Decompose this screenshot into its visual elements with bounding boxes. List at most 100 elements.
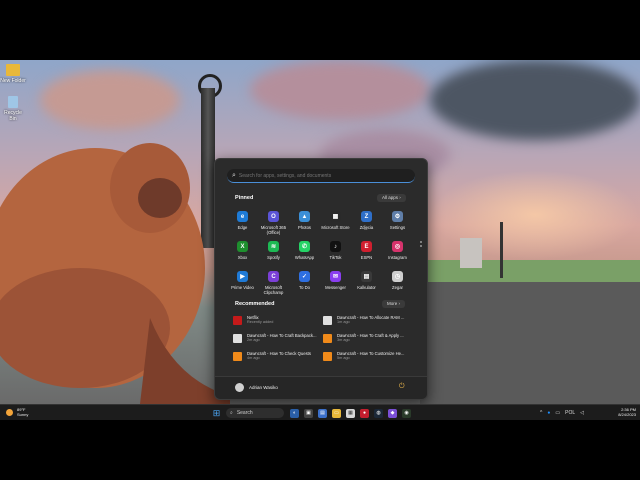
steam-tray-icon[interactable]: ● bbox=[547, 410, 550, 416]
start-menu: ⌕ Pinned All apps › e Edge O Microsoft 365 … bbox=[214, 158, 428, 400]
task-view-icon[interactable]: ▣ bbox=[304, 408, 313, 418]
recommended-subtitle: 2m ago bbox=[247, 338, 260, 342]
weather-widget[interactable]: 89°F Sunny bbox=[6, 407, 28, 417]
app-icon-purple[interactable]: ◆ bbox=[388, 408, 397, 418]
pinned-app[interactable]: C Microsoft Clipchamp bbox=[258, 269, 289, 299]
app-icon: ✉ bbox=[330, 271, 341, 282]
microsoft-store-icon[interactable]: ▦ bbox=[346, 408, 355, 418]
pinned-app[interactable]: ▤ Kalkulator bbox=[351, 269, 382, 299]
pinned-app[interactable]: ♪ TikTok bbox=[320, 239, 351, 269]
language-indicator[interactable]: POL bbox=[565, 410, 575, 416]
power-icon[interactable]: ⏻ bbox=[399, 383, 405, 391]
weather-desc: Sunny bbox=[17, 412, 29, 417]
app-label: TikTok bbox=[329, 255, 342, 260]
pinned-app[interactable]: ≋ Spotify bbox=[258, 239, 289, 269]
pinned-app[interactable]: ✉ Messenger bbox=[320, 269, 351, 299]
folder-icon bbox=[6, 64, 20, 76]
grass bbox=[420, 260, 640, 282]
file-explorer-icon[interactable]: ▭ bbox=[332, 408, 341, 418]
app-icon: ▦ bbox=[330, 211, 341, 222]
app-icon: ✆ bbox=[299, 241, 310, 252]
pinned-app[interactable]: X Xbox bbox=[227, 239, 258, 269]
app-label: Microsoft Clipchamp bbox=[263, 285, 284, 295]
sun-icon bbox=[6, 408, 13, 416]
network-tray-icon[interactable]: ▭ bbox=[555, 410, 560, 416]
app-icon: ♪ bbox=[330, 241, 341, 252]
recommended-item[interactable]: Dawncraft - How To Allocate RAM ... 1m ag… bbox=[323, 315, 413, 333]
start-search-box[interactable]: ⌕ bbox=[227, 169, 415, 183]
desktop-icon-folder[interactable]: New Folder bbox=[0, 64, 26, 84]
app-label: Spotify bbox=[267, 255, 280, 260]
app-label: Settings bbox=[389, 225, 406, 230]
app-label: To Do bbox=[299, 285, 310, 290]
app-icon: ▤ bbox=[361, 271, 372, 282]
file-icon bbox=[323, 352, 332, 361]
volume-icon[interactable]: ◁ bbox=[580, 410, 584, 416]
app-icon: ◷ bbox=[392, 271, 403, 282]
chat-icon[interactable]: ◐ bbox=[290, 408, 299, 418]
pinned-app[interactable]: ✓ To Do bbox=[289, 269, 320, 299]
app-icon: ◎ bbox=[392, 241, 403, 252]
system-tray: ^ ● ▭ POL ◁ bbox=[540, 407, 589, 419]
pinned-page-indicator[interactable] bbox=[420, 241, 422, 251]
app-label: Zegar bbox=[392, 285, 403, 290]
recommended-item[interactable]: Dawncraft - How To Craft & Apply ... 3m a… bbox=[323, 333, 413, 351]
windows-start-icon[interactable]: ⊞ bbox=[212, 408, 221, 418]
orangutan-illustration bbox=[0, 143, 230, 404]
steam-icon[interactable]: ◍ bbox=[374, 408, 383, 418]
recommended-title: Recommended bbox=[235, 301, 275, 307]
file-icon bbox=[323, 316, 332, 325]
chrome-icon[interactable]: ◉ bbox=[402, 408, 411, 418]
app-label: Xbox bbox=[237, 255, 248, 260]
user-avatar[interactable] bbox=[235, 383, 244, 392]
recommended-item[interactable]: Dawncraft - How To Check Quests 4m ago bbox=[233, 351, 323, 369]
pinned-app[interactable]: O Microsoft 365 (Office) bbox=[258, 209, 289, 239]
recommended-item[interactable]: Dawncraft - How To Craft Backpack... 2m a… bbox=[233, 333, 323, 351]
chevron-up-icon[interactable]: ^ bbox=[540, 410, 542, 416]
file-icon bbox=[233, 334, 242, 343]
app-icon: X bbox=[237, 241, 248, 252]
start-search-input[interactable] bbox=[238, 172, 409, 179]
app-icon-red[interactable]: ● bbox=[360, 408, 369, 418]
file-icon bbox=[323, 334, 332, 343]
recommended-list: Netflix Recently added Dawncraft - How To … bbox=[233, 315, 413, 369]
app-icon: Z bbox=[361, 211, 372, 222]
recommended-subtitle: 1m ago bbox=[337, 320, 350, 324]
app-label: Instagram bbox=[388, 255, 407, 260]
pinned-app[interactable]: ▶ Prime Video bbox=[227, 269, 258, 299]
app-label: Microsoft 365 (Office) bbox=[260, 225, 287, 235]
more-button[interactable]: More › bbox=[382, 300, 406, 308]
app-icon: ▲ bbox=[299, 211, 310, 222]
clock[interactable]: 2:36 PM 8/24/2023 bbox=[606, 407, 636, 417]
pinned-app[interactable]: ▦ Microsoft Store bbox=[320, 209, 351, 239]
pinned-app[interactable]: Z Zdjęcia bbox=[351, 209, 382, 239]
pinned-app[interactable]: ◷ Zegar bbox=[382, 269, 413, 299]
letterbox-bottom bbox=[0, 420, 640, 480]
building bbox=[460, 238, 482, 268]
all-apps-button[interactable]: All apps › bbox=[377, 194, 406, 202]
pinned-app[interactable]: ⚙ Settings bbox=[382, 209, 413, 239]
recommended-item[interactable]: Netflix Recently added bbox=[233, 315, 323, 333]
file-icon bbox=[233, 316, 242, 325]
user-name[interactable]: Adrian Wasiko bbox=[249, 385, 278, 390]
app-label: Messenger bbox=[325, 285, 346, 290]
recommended-item[interactable]: Dawncraft - How To Customize He... 5m ago bbox=[323, 351, 413, 369]
cloud bbox=[250, 60, 430, 120]
pinned-app[interactable]: ▲ Photos bbox=[289, 209, 320, 239]
pinned-app[interactable]: ◎ Instagram bbox=[382, 239, 413, 269]
pinned-app[interactable]: ✆ WhatsApp bbox=[289, 239, 320, 269]
pinned-apps-grid: e Edge O Microsoft 365 (Office) ▲ Photos ▦ Micr… bbox=[227, 209, 413, 299]
app-label: Kalkulator bbox=[357, 285, 376, 290]
pinned-app[interactable]: E ESPN bbox=[351, 239, 382, 269]
taskbar-center: ⊞ ⌕ Search ◐ ▣ ▤ ▭ ▦ ● ◍ ◆ ◉ bbox=[212, 407, 416, 419]
taskbar-search[interactable]: ⌕ Search bbox=[226, 408, 284, 418]
app-icon: ✓ bbox=[299, 271, 310, 282]
desktop-icon-label: New Folder bbox=[0, 78, 26, 84]
app-icon: C bbox=[268, 271, 279, 282]
app-icon: ▶ bbox=[237, 271, 248, 282]
app-icon: O bbox=[268, 211, 279, 222]
pinned-app[interactable]: e Edge bbox=[227, 209, 258, 239]
teams-icon[interactable]: ▤ bbox=[318, 408, 327, 418]
desktop-icon-recycle-bin[interactable]: Recycle Bin bbox=[0, 96, 26, 122]
recycle-bin-icon bbox=[8, 96, 18, 108]
